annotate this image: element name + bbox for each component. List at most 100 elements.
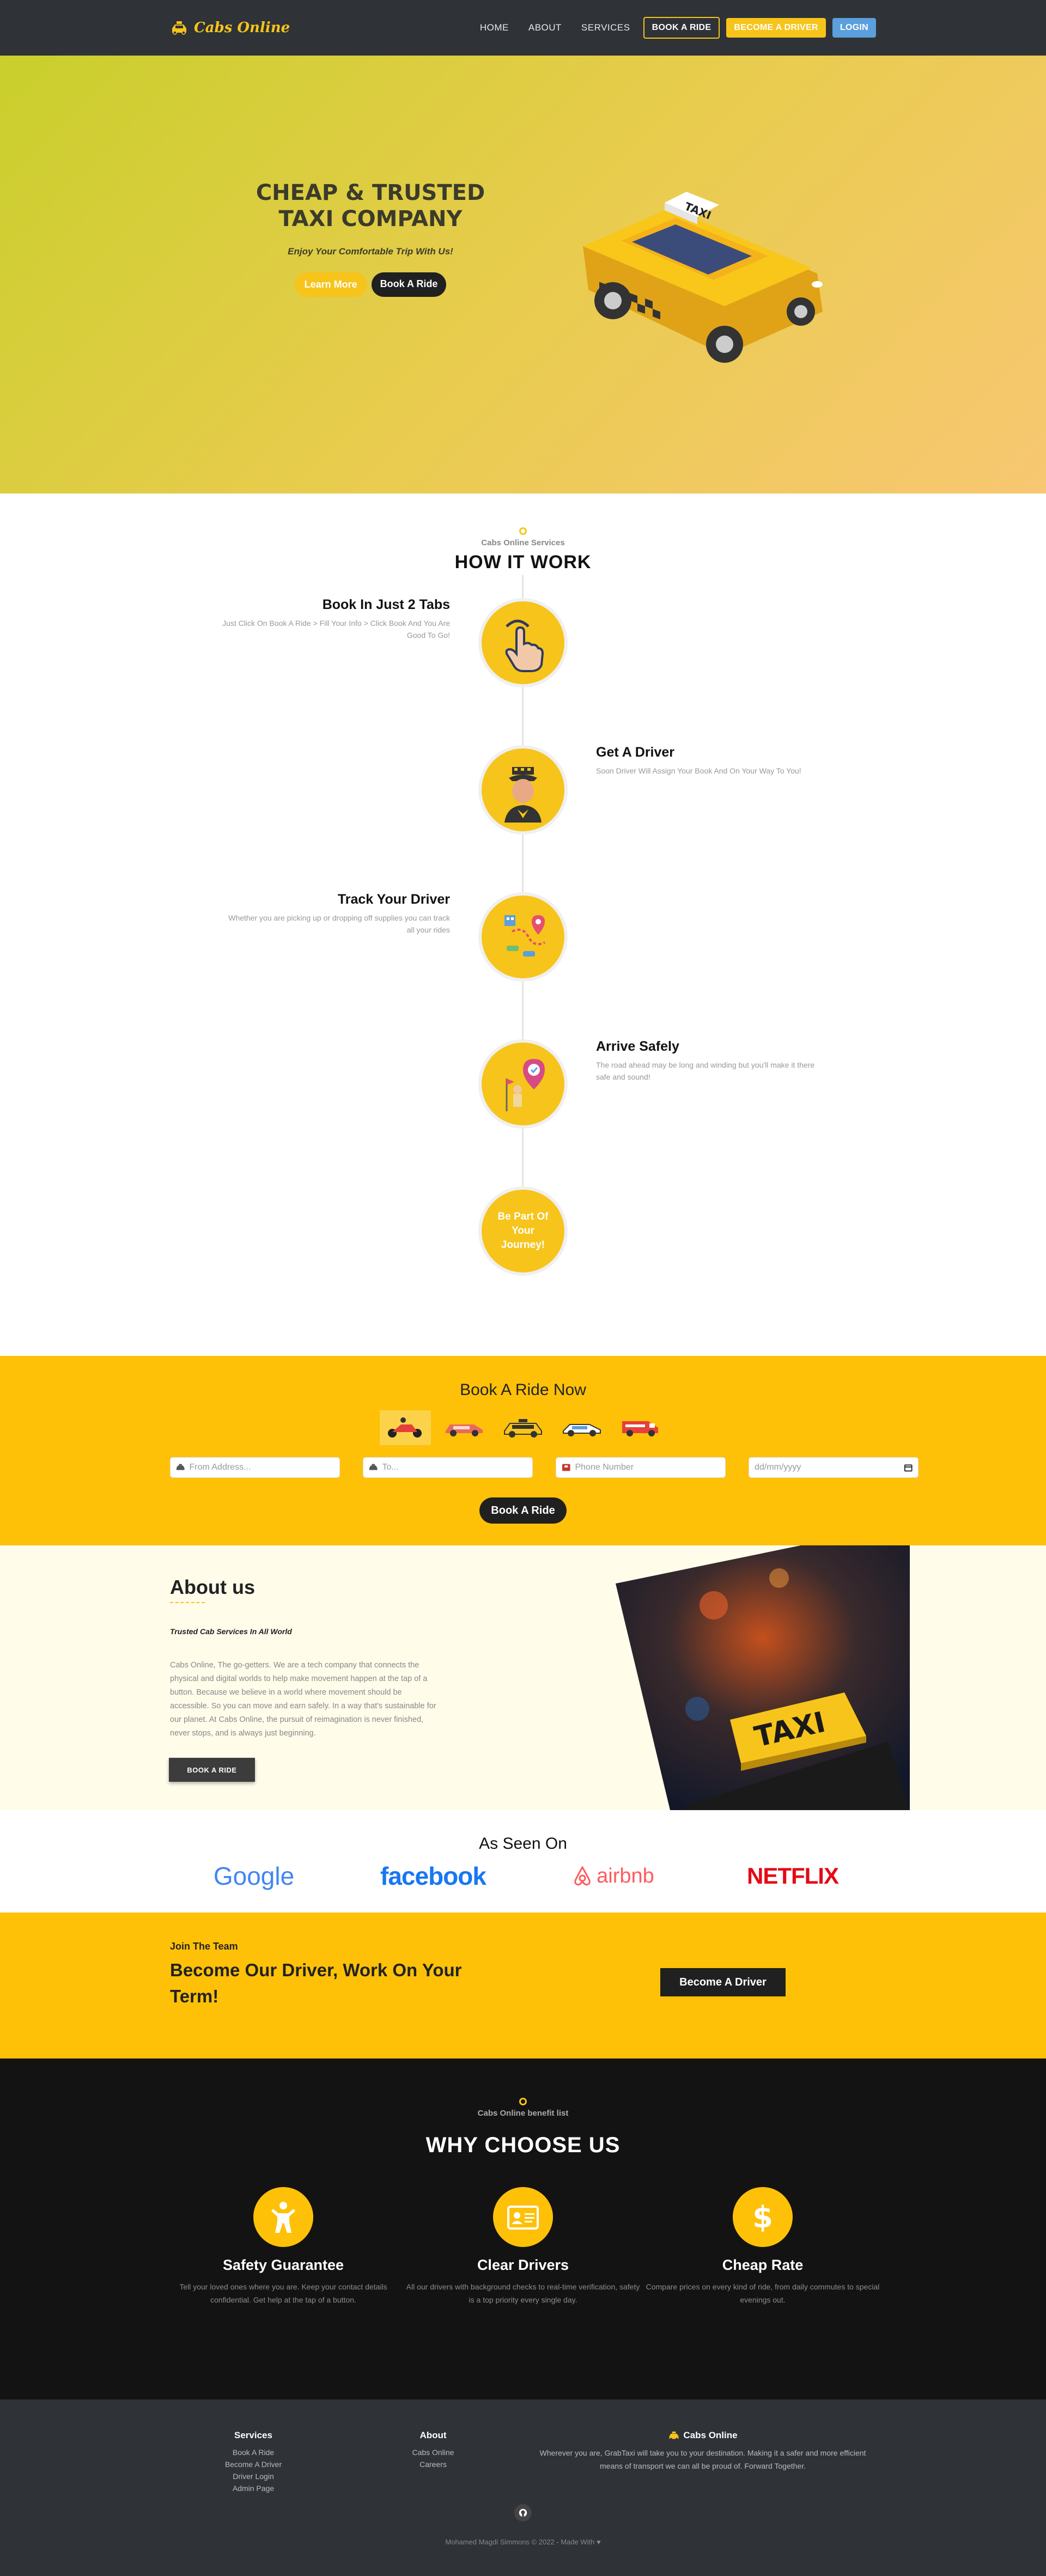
brand-name: Cabs Online (194, 20, 290, 36)
hero-buttons: Learn More Book A Ride (234, 272, 507, 297)
nav-book-ride-button[interactable]: BOOK A RIDE (643, 17, 720, 39)
hero-book-ride-button[interactable]: Book A Ride (371, 272, 447, 297)
copyright: Mohamed Magdi Simmons © 2022 - Made With… (0, 2538, 1046, 2546)
book-form (170, 1457, 919, 1478)
about-book-ride-button[interactable]: BOOK A RIDE (169, 1758, 255, 1782)
footer-link[interactable]: Cabs Online (398, 2446, 469, 2458)
nav-about[interactable]: ABOUT (522, 18, 568, 38)
feature-drivers: Clear Drivers All our drivers with backg… (406, 2187, 640, 2306)
footer-link[interactable]: Book A Ride (218, 2446, 289, 2458)
step-desc: Soon Driver Will Assign Your Book And On… (596, 766, 801, 775)
learn-more-button[interactable]: Learn More (294, 272, 367, 297)
netflix-text: NETFLIX (747, 1863, 839, 1889)
feature-title: Safety Guarantee (222, 2257, 344, 2273)
book-ride-section: Book A Ride Now From Address... To... Ph… (0, 1356, 1046, 1545)
feature-rate: $ Cheap Rate Compare prices on every kin… (646, 2187, 880, 2306)
footer-link[interactable]: Driver Login (218, 2470, 289, 2482)
brand-logos: Google facebook airbnb NETFLIX (0, 1857, 1046, 1895)
hero-taxi-illustration: TAXI (583, 192, 823, 363)
footer-about-head: About (419, 2430, 447, 2440)
footer-link[interactable]: Admin Page (218, 2482, 289, 2494)
vehicle-selector (0, 1410, 1046, 1445)
brand-logo[interactable]: Cabs Online (170, 20, 290, 36)
footer-brand-name: Cabs Online (683, 2430, 738, 2440)
driver-icon (504, 767, 542, 823)
step-title: Track Your Driver (337, 892, 450, 907)
airbnb-icon (574, 1866, 591, 1886)
footer-services: Services Book A Ride Become A Driver Dri… (218, 2430, 289, 2494)
how-it-works-section: Cabs Online Services HOW IT WORK Book In… (0, 494, 1046, 1356)
taxi-sign-photo: TAXI (616, 1545, 910, 1810)
footer-brand-desc: Wherever you are, GrabTaxi will take you… (539, 2449, 866, 2470)
as-seen-on-section: As Seen On Google facebook airbnb NETFLI… (0, 1810, 1046, 1913)
feature-title: Cheap Rate (722, 2257, 804, 2273)
feature-desc: Tell your loved ones where you are. Keep… (179, 2282, 387, 2304)
phone-input[interactable] (575, 1463, 720, 1472)
step-desc: Just Click On Book A Ride > Fill Your In… (222, 619, 450, 640)
about-section: About us Trusted Cab Services In All Wor… (0, 1545, 1046, 1810)
about-tagline: Trusted Cab Services In All World (170, 1627, 292, 1636)
date-field (749, 1457, 919, 1478)
github-icon[interactable] (514, 2504, 532, 2522)
dollar-icon: $ (752, 2200, 773, 2234)
taxi-small-icon (369, 1464, 378, 1470)
sedan-icon (446, 1424, 483, 1436)
how-heading: Cabs Online Services HOW IT WORK (0, 527, 1046, 573)
calendar-icon[interactable] (904, 1463, 913, 1472)
id-card-icon (507, 2206, 539, 2230)
vehicle-taxi[interactable] (497, 1410, 549, 1445)
step-arrive: Arrive Safely The road ahead may be long… (596, 1039, 825, 1083)
hero-text: CHEAP & TRUSTED TAXI COMPANY Enjoy Your … (234, 180, 507, 297)
footer-services-list: Book A Ride Become A Driver Driver Login… (218, 2446, 289, 2494)
phone-field (556, 1457, 726, 1478)
feature-icon-circle: $ (733, 2187, 793, 2247)
vehicle-scooter[interactable] (380, 1410, 431, 1445)
join-title: Become Our Driver, Work On Your Term! (170, 1960, 462, 2006)
top-navbar: Cabs Online HOME ABOUT SERVICES BOOK A R… (0, 0, 1046, 56)
scooter-icon (388, 1417, 422, 1438)
feature-safety: Safety Guarantee Tell your loved ones wh… (166, 2187, 400, 2306)
about-text: Cabs Online, The go-getters. We are a te… (170, 1661, 436, 1738)
vehicle-car[interactable] (556, 1410, 607, 1445)
join-team-section: Join The Team Become Our Driver, Work On… (0, 1913, 1046, 2059)
google-text: Google (213, 1862, 295, 1890)
footer-link[interactable]: Become A Driver (218, 2458, 289, 2470)
hero-title-line2: TAXI COMPANY (278, 206, 463, 232)
from-address-input[interactable] (189, 1463, 334, 1472)
taxi-logo-icon (669, 2431, 679, 2440)
nav-services[interactable]: SERVICES (575, 18, 637, 38)
vehicle-van[interactable] (615, 1410, 666, 1445)
google-logo: Google (210, 1857, 297, 1895)
netflix-logo: NETFLIX (746, 1857, 839, 1895)
facebook-logo: facebook (376, 1857, 490, 1895)
become-driver-button[interactable]: Become A Driver (660, 1968, 786, 1996)
footer-about-list: Cabs Online Careers (398, 2446, 469, 2470)
footer-link[interactable]: Careers (398, 2458, 469, 2470)
join-circle-text: Be Part Of Your Journey! (497, 1211, 549, 1251)
nav-links: HOME ABOUT SERVICES BOOK A RIDE BECOME A… (473, 17, 876, 39)
why-kicker: Cabs Online benefit list (477, 2109, 569, 2118)
hero-title: CHEAP & TRUSTED TAXI COMPANY (234, 180, 507, 232)
to-field (363, 1457, 533, 1478)
feature-icon-circle (493, 2187, 553, 2247)
feature-desc: All our drivers with background checks t… (406, 2282, 640, 2304)
join-kicker: Join The Team (170, 1941, 238, 1952)
vehicle-sedan[interactable] (439, 1410, 490, 1445)
step-circle-arrive (478, 1039, 568, 1129)
step-title: Arrive Safely (596, 1039, 679, 1054)
step-track: Track Your Driver Whether you are pickin… (221, 892, 450, 936)
book-submit-button[interactable]: Book A Ride (479, 1497, 567, 1524)
step-circle-driver (478, 745, 568, 835)
person-safe-icon (271, 2202, 295, 2233)
nav-login-button[interactable]: LOGIN (832, 18, 876, 38)
step-desc: The road ahead may be long and winding b… (596, 1061, 815, 1081)
facebook-text: facebook (380, 1862, 486, 1890)
taxi-icon (504, 1419, 542, 1438)
nav-home[interactable]: HOME (473, 18, 515, 38)
taxi-logo-icon (172, 21, 186, 35)
seen-title: As Seen On (479, 1835, 567, 1853)
to-address-input[interactable] (382, 1463, 527, 1472)
section-dot-icon (519, 2098, 527, 2105)
date-input[interactable] (755, 1463, 899, 1472)
nav-become-driver-button[interactable]: BECOME A DRIVER (726, 18, 826, 38)
